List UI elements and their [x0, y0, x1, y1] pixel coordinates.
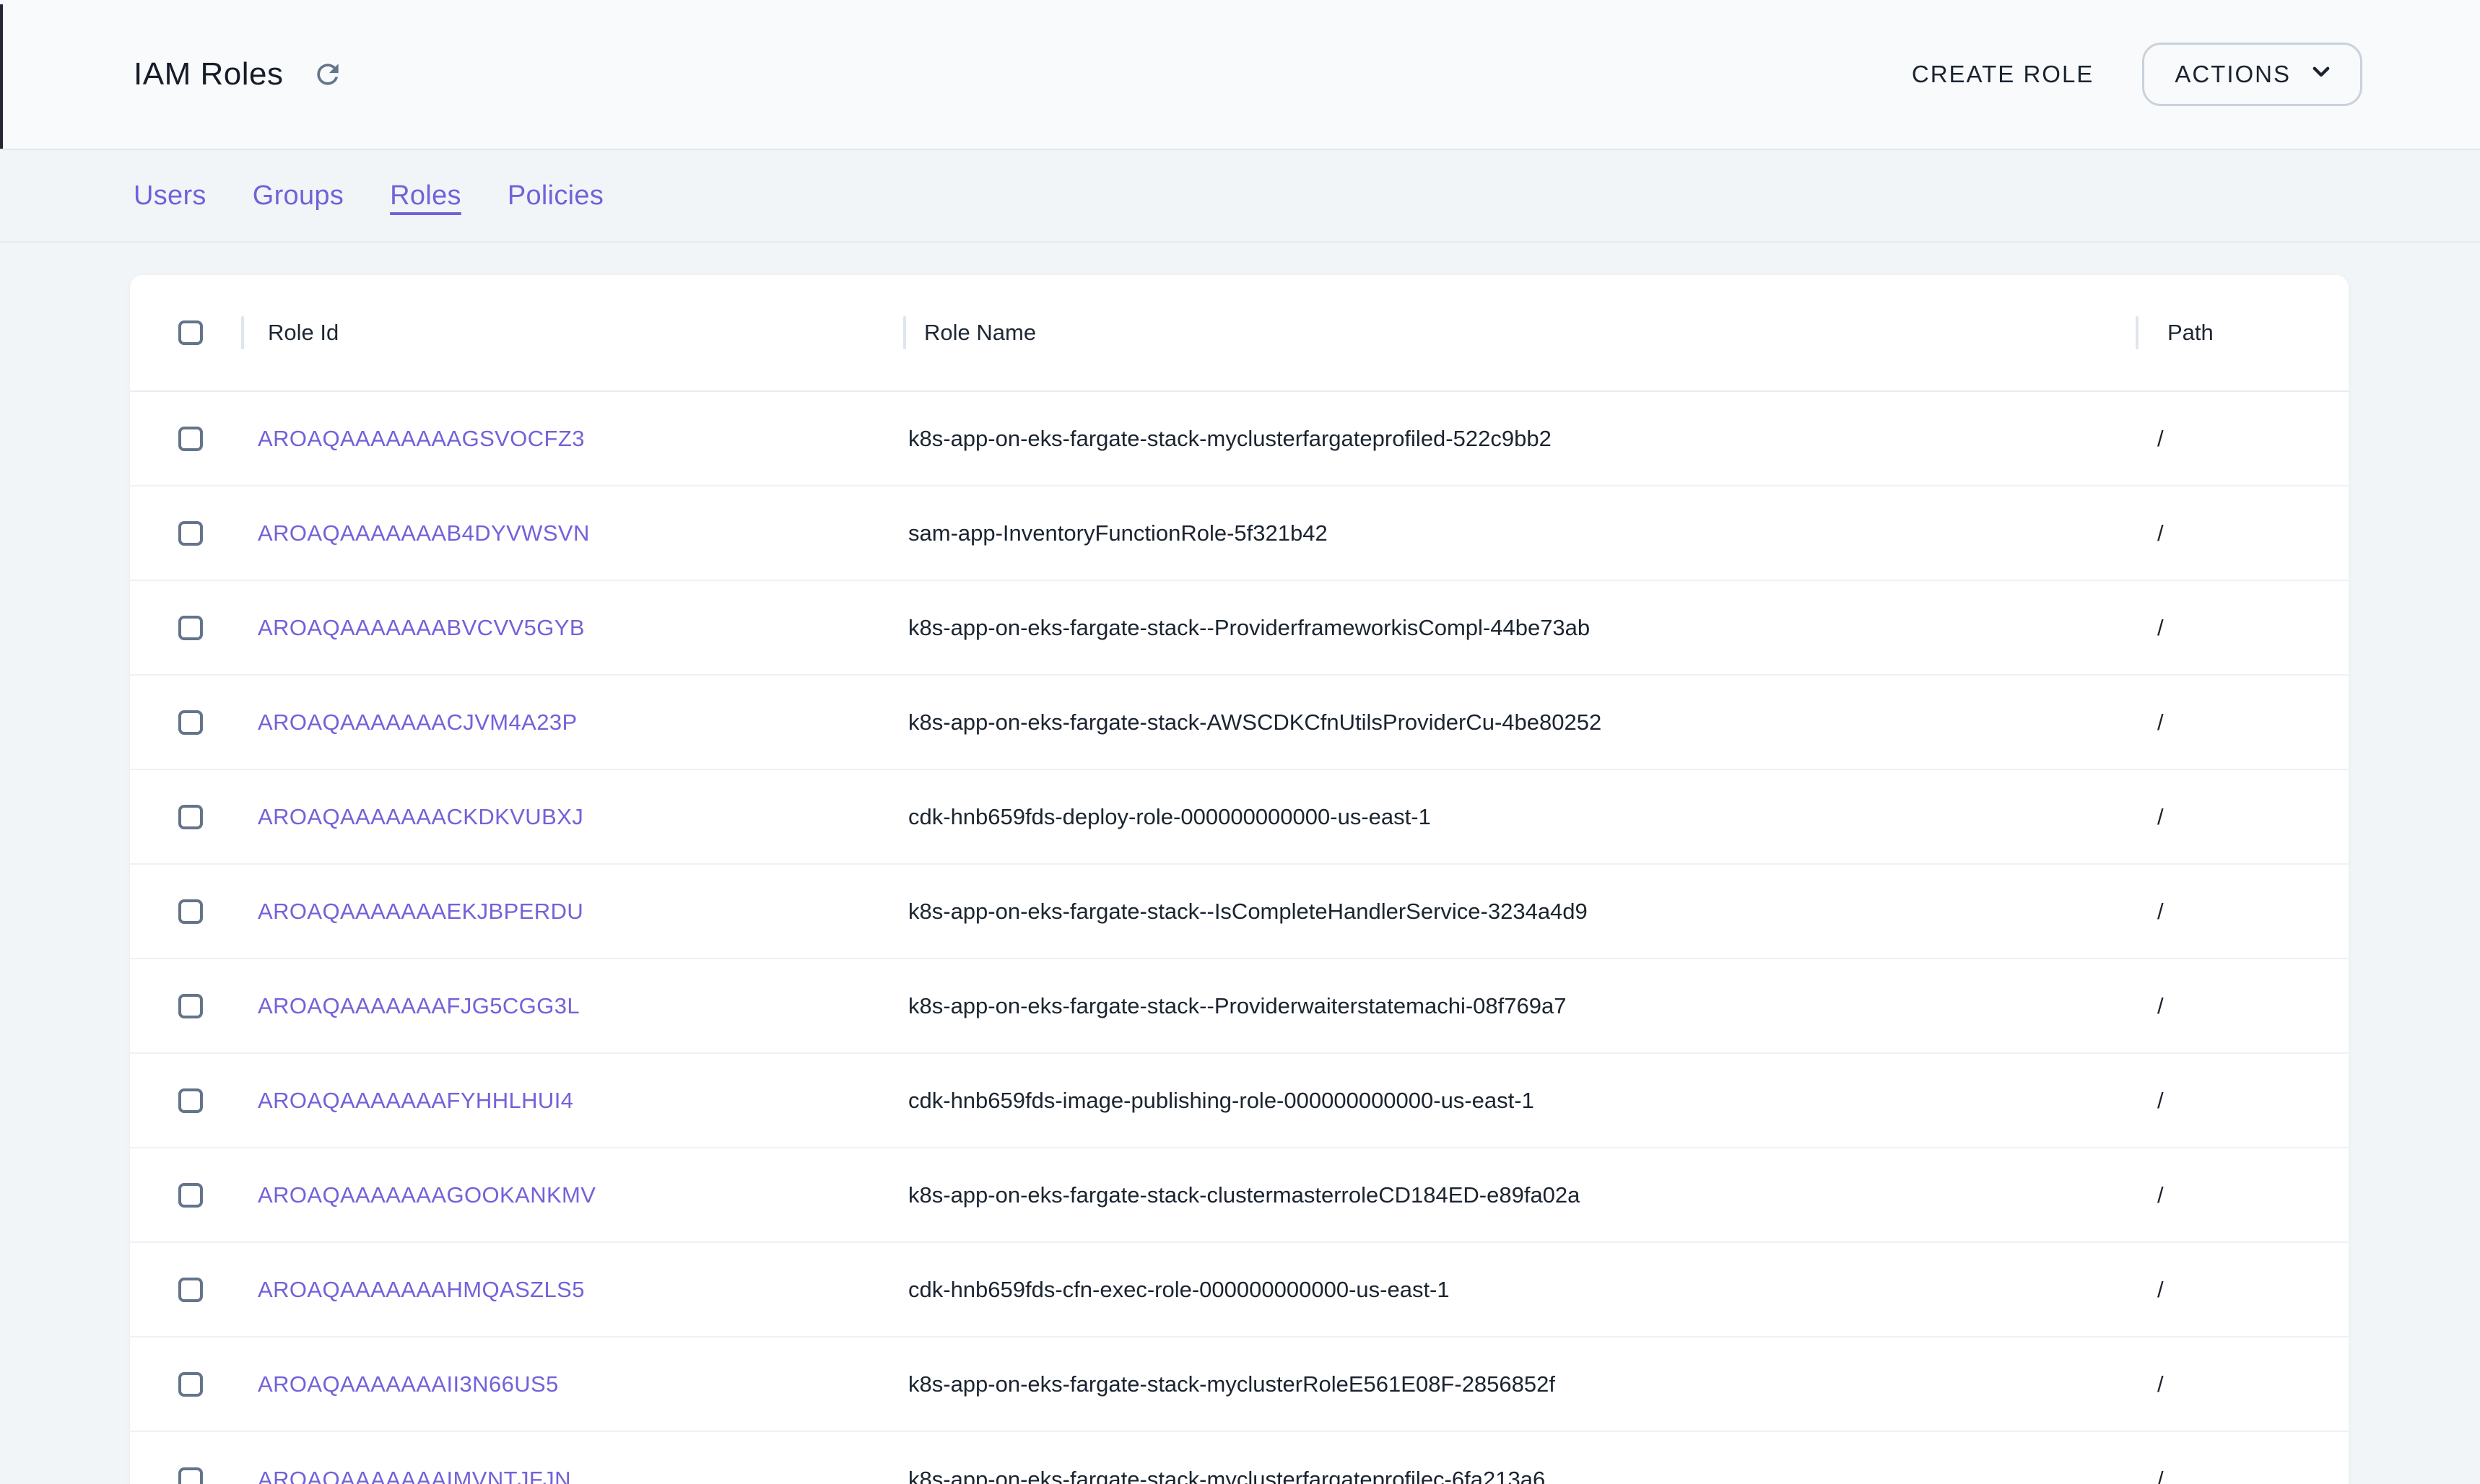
iam-tab-bar: Users Groups Roles Policies [0, 150, 2480, 243]
role-name-text: k8s-app-on-eks-fargate-stack--Providerwa… [908, 993, 1566, 1019]
tab-roles[interactable]: Roles [390, 180, 461, 211]
role-name-text: k8s-app-on-eks-fargate-stack-AWSCDKCfnUt… [908, 710, 1601, 736]
refresh-button[interactable] [308, 54, 348, 95]
table-row: AROAQAAAAAAAB4DYVWSVN sam-app-InventoryF… [130, 486, 2349, 581]
table-body: AROAQAAAAAAAAGSVOCFZ3 k8s-app-on-eks-far… [130, 392, 2349, 1484]
role-path-text: / [2157, 1467, 2164, 1484]
table-row: AROAQAAAAAAAGOOKANKMV k8s-app-on-eks-far… [130, 1148, 2349, 1243]
row-checkbox[interactable] [178, 1467, 203, 1484]
select-all-checkbox[interactable] [178, 320, 203, 345]
role-id-link[interactable]: AROAQAAAAAAAHMQASZLS5 [258, 1277, 585, 1303]
table-row: AROAQAAAAAAAEKJBPERDU k8s-app-on-eks-far… [130, 865, 2349, 959]
table-header-row: Role Id Role Name Path [130, 275, 2349, 392]
role-path-text: / [2157, 899, 2164, 925]
column-resize-handle[interactable] [241, 316, 244, 349]
create-role-button[interactable]: CREATE ROLE [1896, 51, 2110, 98]
row-checkbox[interactable] [178, 710, 203, 735]
role-id-link[interactable]: AROAQAAAAAAACJVM4A23P [258, 710, 578, 736]
role-name-text: k8s-app-on-eks-fargate-stack-clustermast… [908, 1182, 1580, 1208]
row-checkbox[interactable] [178, 805, 203, 829]
role-path-text: / [2157, 426, 2164, 452]
offscreen-sidebar-edge [0, 4, 3, 149]
role-id-link[interactable]: AROAQAAAAAAAFJG5CGG3L [258, 993, 580, 1019]
role-path-text: / [2157, 1088, 2164, 1114]
table-row: AROAQAAAAAAABVCVV5GYB k8s-app-on-eks-far… [130, 581, 2349, 676]
tab-users[interactable]: Users [134, 180, 206, 211]
column-header-path[interactable]: Path [2157, 320, 2349, 346]
table-row: AROAQAAAAAAAIMVNTJFJN k8s-app-on-eks-far… [130, 1432, 2349, 1484]
role-name-text: k8s-app-on-eks-fargate-stack-myclusterfa… [908, 426, 1552, 452]
role-path-text: / [2157, 520, 2164, 546]
role-id-link[interactable]: AROAQAAAAAAAEKJBPERDU [258, 899, 583, 925]
column-resize-handle[interactable] [903, 316, 906, 349]
row-checkbox[interactable] [178, 616, 203, 640]
role-name-text: k8s-app-on-eks-fargate-stack--Providerfr… [908, 615, 1590, 641]
table-row: AROAQAAAAAAAAGSVOCFZ3 k8s-app-on-eks-far… [130, 392, 2349, 486]
tab-groups[interactable]: Groups [253, 180, 344, 211]
role-name-text: k8s-app-on-eks-fargate-stack--IsComplete… [908, 899, 1588, 925]
role-id-link[interactable]: AROAQAAAAAAAII3N66US5 [258, 1371, 559, 1397]
chevron-down-icon [2307, 57, 2336, 92]
role-path-text: / [2157, 1371, 2164, 1397]
row-checkbox[interactable] [178, 899, 203, 924]
row-checkbox[interactable] [178, 1278, 203, 1302]
tab-policies[interactable]: Policies [508, 180, 604, 211]
role-id-link[interactable]: AROAQAAAAAAACKDKVUBXJ [258, 804, 583, 830]
role-path-text: / [2157, 710, 2164, 736]
page-title: IAM Roles [134, 56, 283, 92]
role-path-text: / [2157, 993, 2164, 1019]
role-name-text: k8s-app-on-eks-fargate-stack-myclusterfa… [908, 1467, 1545, 1484]
role-id-link[interactable]: AROAQAAAAAAAB4DYVWSVN [258, 520, 590, 546]
role-name-text: k8s-app-on-eks-fargate-stack-myclusterRo… [908, 1371, 1555, 1397]
role-name-text: cdk-hnb659fds-deploy-role-000000000000-u… [908, 804, 1431, 830]
role-path-text: / [2157, 804, 2164, 830]
row-checkbox[interactable] [178, 1088, 203, 1113]
row-checkbox[interactable] [178, 994, 203, 1018]
role-name-text: cdk-hnb659fds-image-publishing-role-0000… [908, 1088, 1534, 1114]
row-checkbox[interactable] [178, 427, 203, 451]
role-id-link[interactable]: AROAQAAAAAAAGOOKANKMV [258, 1182, 596, 1208]
role-path-text: / [2157, 1277, 2164, 1303]
role-id-link[interactable]: AROAQAAAAAAAAGSVOCFZ3 [258, 426, 585, 452]
refresh-icon [312, 58, 344, 90]
row-checkbox[interactable] [178, 521, 203, 546]
roles-table-card: Role Id Role Name Path AROAQAAAAAAAAGSVO… [130, 275, 2349, 1484]
main-content: Role Id Role Name Path AROAQAAAAAAAAGSVO… [0, 243, 2480, 1484]
role-name-text: sam-app-InventoryFunctionRole-5f321b42 [908, 520, 1328, 546]
table-row: AROAQAAAAAAAHMQASZLS5 cdk-hnb659fds-cfn-… [130, 1243, 2349, 1337]
table-row: AROAQAAAAAAAFJG5CGG3L k8s-app-on-eks-far… [130, 959, 2349, 1054]
actions-button[interactable]: ACTIONS [2142, 43, 2362, 106]
column-header-role-name[interactable]: Role Name [908, 320, 2157, 346]
table-row: AROAQAAAAAAAFYHHLHUI4 cdk-hnb659fds-imag… [130, 1054, 2349, 1148]
table-row: AROAQAAAAAAAII3N66US5 k8s-app-on-eks-far… [130, 1337, 2349, 1432]
page-header: IAM Roles CREATE ROLE ACTIONS [0, 0, 2480, 150]
role-path-text: / [2157, 615, 2164, 641]
role-name-text: cdk-hnb659fds-cfn-exec-role-000000000000… [908, 1277, 1450, 1303]
table-row: AROAQAAAAAAACJVM4A23P k8s-app-on-eks-far… [130, 676, 2349, 770]
actions-button-label: ACTIONS [2175, 61, 2291, 88]
column-resize-handle[interactable] [2136, 316, 2139, 349]
role-id-link[interactable]: AROAQAAAAAAAFYHHLHUI4 [258, 1088, 573, 1114]
role-id-link[interactable]: AROAQAAAAAAAIMVNTJFJN [258, 1467, 571, 1484]
role-path-text: / [2157, 1182, 2164, 1208]
row-checkbox[interactable] [178, 1372, 203, 1397]
table-row: AROAQAAAAAAACKDKVUBXJ cdk-hnb659fds-depl… [130, 770, 2349, 865]
role-id-link[interactable]: AROAQAAAAAAABVCVV5GYB [258, 615, 585, 641]
row-checkbox[interactable] [178, 1183, 203, 1208]
column-header-role-id[interactable]: Role Id [258, 320, 908, 346]
